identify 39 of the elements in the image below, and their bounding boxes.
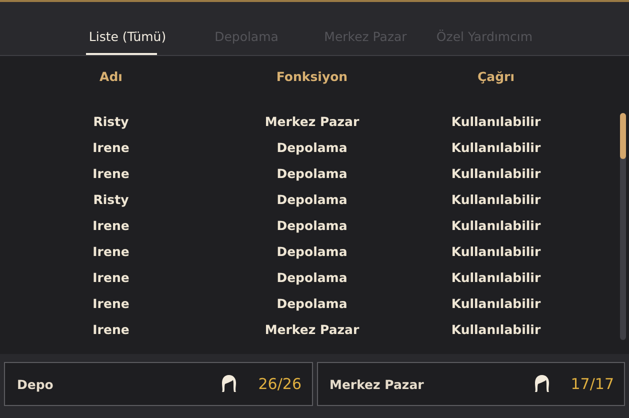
table-cell-text: Kullanılabilir bbox=[450, 140, 542, 154]
table-cell-text: Irene bbox=[92, 322, 130, 336]
table-cell-text: Depolama bbox=[276, 166, 348, 180]
table-cell-text: Kullanılabilir bbox=[450, 244, 542, 258]
table-cell-text: Irene bbox=[92, 244, 130, 258]
panel-label: Merkez Pazar bbox=[330, 376, 425, 392]
table-cell-text: Irene bbox=[92, 218, 130, 232]
column-header: Fonksiyon bbox=[275, 68, 349, 84]
count-text: 26/26 bbox=[258, 375, 302, 393]
table-cell-text: Kullanılabilir bbox=[450, 322, 542, 336]
table-cell-text: Irene bbox=[92, 166, 130, 180]
table-cell-text: Depolama bbox=[276, 218, 348, 232]
table-cell-text: Irene bbox=[92, 140, 130, 154]
hair-icon bbox=[220, 374, 238, 394]
column-header: Adı bbox=[98, 68, 124, 84]
table-cell-text: Depolama bbox=[276, 244, 348, 258]
table-cell-text: Depolama bbox=[276, 270, 348, 284]
table-cell-text: Kullanılabilir bbox=[450, 114, 542, 128]
table-cell-text: Kullanılabilir bbox=[450, 296, 542, 310]
column-header: Çağrı bbox=[476, 68, 516, 84]
table-cell-text: Kullanılabilir bbox=[450, 166, 542, 180]
scrollbar-thumb[interactable] bbox=[620, 113, 626, 159]
panel-label: Depo bbox=[17, 376, 54, 392]
table-cell-text: Risty bbox=[92, 192, 130, 206]
table-cell-text: Merkez Pazar bbox=[264, 322, 360, 336]
tab[interactable]: Liste (Tümü) bbox=[68, 2, 187, 55]
hair-icon bbox=[532, 374, 551, 394]
table-cell-text: Depolama bbox=[276, 296, 348, 310]
table-cell-text: Depolama bbox=[276, 192, 348, 206]
scrollbar[interactable] bbox=[620, 113, 626, 340]
table-cell-text: Kullanılabilir bbox=[450, 218, 542, 232]
table-cell-text: Depolama bbox=[276, 140, 348, 154]
table-cell-text: Kullanılabilir bbox=[450, 192, 542, 206]
table-cell-text: Irene bbox=[92, 296, 130, 310]
table-cell-text: Risty bbox=[92, 114, 130, 128]
table-cell-text: Merkez Pazar bbox=[264, 114, 360, 128]
count-text: 17/17 bbox=[570, 375, 614, 393]
table-cell-text: Irene bbox=[92, 270, 130, 284]
table-cell-text: Kullanılabilir bbox=[450, 270, 542, 284]
